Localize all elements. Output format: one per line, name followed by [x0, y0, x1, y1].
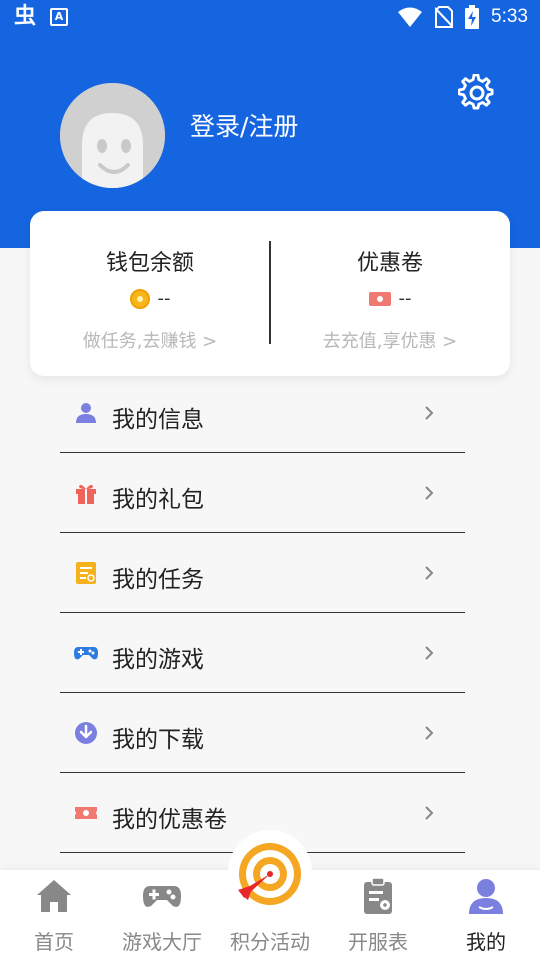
menu-item-label: 我的游戏: [112, 647, 204, 673]
tab-label: 我的: [466, 930, 506, 954]
settings-gear-icon[interactable]: [458, 74, 496, 112]
menu-item-label: 我的礼包: [112, 487, 204, 513]
status-bar-right: 5:33: [397, 5, 528, 29]
clock: 5:33: [491, 6, 528, 27]
download-icon: [75, 722, 97, 744]
wallet-card: 钱包余额 -- 做任务,去赚钱 > 优惠卷 -- 去充值,享优惠 >: [30, 211, 510, 376]
coupon-value-row: --: [270, 288, 510, 309]
wallet-balance-value-row: --: [30, 288, 270, 309]
task-list-icon: [76, 562, 96, 584]
keyboard-notification-icon: A: [50, 8, 69, 26]
wallet-balance-section[interactable]: 钱包余额 -- 做任务,去赚钱 >: [30, 211, 270, 376]
default-avatar-face-icon: [60, 83, 165, 188]
coupon-ticket-icon: [75, 807, 97, 819]
status-bar-left: 虫 A: [14, 4, 69, 30]
chevron-right-icon: [425, 726, 434, 740]
earn-money-link[interactable]: 做任务,去赚钱 >: [30, 327, 270, 353]
chevron-right-icon: [425, 486, 434, 500]
chevron-right-icon: [425, 566, 434, 580]
recharge-link[interactable]: 去充值,享优惠 >: [270, 327, 510, 353]
tab-label: 游戏大厅: [122, 930, 202, 954]
points-activity-button[interactable]: [228, 830, 312, 914]
tab-home[interactable]: 首页: [0, 870, 108, 960]
menu-item-my-info[interactable]: 我的信息: [60, 373, 465, 453]
clipboard-icon: [364, 877, 392, 914]
profile-menu: 我的信息 我的礼包 我的任务 我的游戏 我的下载 我的优惠卷: [60, 373, 465, 853]
target-icon: [238, 843, 301, 905]
menu-item-label: 我的任务: [112, 567, 204, 593]
coupon-ticket-icon: [368, 291, 391, 306]
menu-item-my-games[interactable]: 我的游戏: [60, 613, 465, 693]
coupon-title: 优惠卷: [356, 251, 423, 276]
battery-charging-icon: [465, 5, 480, 29]
app-notification-icon: 虫: [14, 4, 37, 29]
tab-label: 首页: [34, 930, 74, 954]
menu-item-label: 我的优惠卷: [112, 807, 227, 833]
gift-icon: [76, 484, 96, 504]
tab-label: 积分活动: [230, 930, 310, 954]
status-bar: 虫 A 5:33: [0, 0, 540, 36]
user-icon: [469, 879, 503, 914]
coin-icon: [129, 288, 150, 309]
menu-item-label: 我的下载: [112, 727, 204, 753]
menu-item-my-downloads[interactable]: 我的下载: [60, 693, 465, 773]
wifi-icon: [398, 7, 423, 27]
chevron-right-icon: [425, 646, 434, 660]
chevron-right-icon: [425, 406, 434, 420]
coupon-value: --: [398, 288, 412, 309]
menu-item-label: 我的信息: [112, 407, 204, 433]
gamepad-icon: [143, 886, 181, 907]
gamepad-icon: [74, 647, 98, 660]
tab-mine[interactable]: 我的: [432, 870, 540, 960]
home-icon: [37, 880, 71, 912]
login-register-link[interactable]: 登录/注册: [190, 107, 298, 143]
wallet-balance-title: 钱包余额: [105, 251, 194, 276]
menu-item-my-tasks[interactable]: 我的任务: [60, 533, 465, 613]
tab-server-list[interactable]: 开服表: [324, 870, 432, 960]
tab-game-hall[interactable]: 游戏大厅: [108, 870, 216, 960]
coupon-section[interactable]: 优惠卷 -- 去充值,享优惠 >: [270, 211, 510, 376]
menu-item-my-gifts[interactable]: 我的礼包: [60, 453, 465, 533]
tab-label: 开服表: [348, 930, 408, 954]
wallet-balance-value: --: [157, 288, 171, 309]
chevron-right-icon: [425, 806, 434, 820]
person-icon: [76, 403, 96, 423]
avatar[interactable]: [60, 83, 165, 188]
no-sim-icon: [435, 6, 454, 28]
